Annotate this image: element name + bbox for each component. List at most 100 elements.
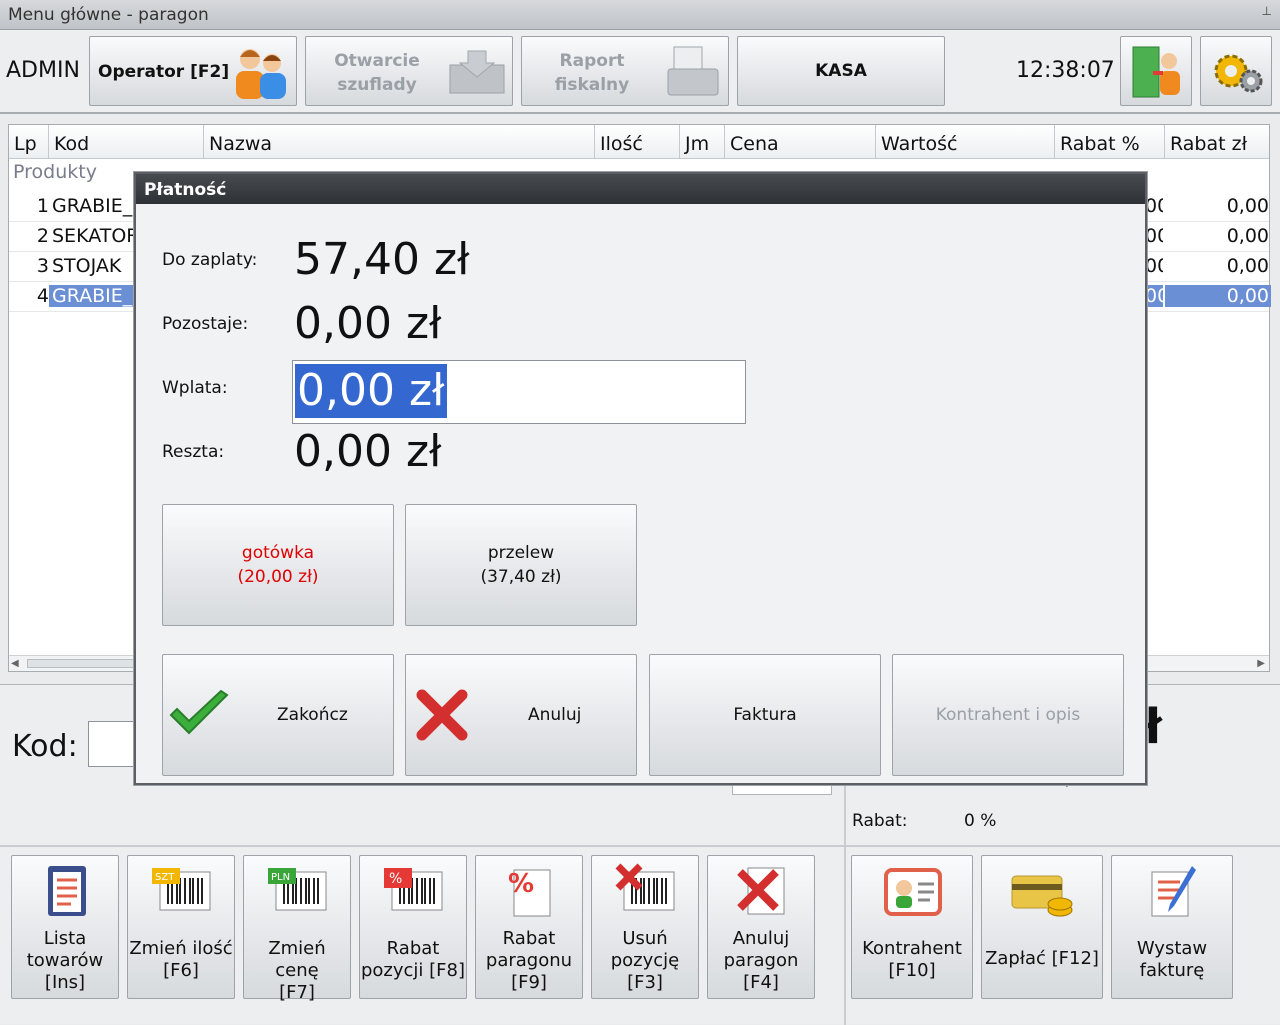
fbtn-label-3: [F3] xyxy=(627,972,663,993)
issue-invoice-button[interactable]: Wystaw fakturę xyxy=(1111,855,1233,999)
fbtn-label-1: Usuń xyxy=(622,928,668,949)
transfer-payment-button[interactable]: przelew (37,40 zł) xyxy=(405,504,637,626)
row-rabat-proc: 00 xyxy=(1145,285,1163,307)
remaining-value: 0,00 zł xyxy=(294,298,442,349)
fbtn-label-1: Anuluj xyxy=(732,928,790,949)
pay-button[interactable]: Zapłać [F12] xyxy=(981,855,1103,999)
fbtn-label-2: paragonu xyxy=(485,950,573,971)
code-label: Kod: xyxy=(12,729,78,764)
change-value: 0,00 zł xyxy=(294,426,442,477)
contractor-description-button[interactable]: Kontrahent i opis xyxy=(892,654,1124,776)
barcode-percent-icon: % xyxy=(384,868,443,911)
cash-amount: (20,00 zł) xyxy=(237,567,319,587)
transfer-amount: (37,40 zł) xyxy=(480,567,562,587)
fbtn-label-3: [F4] xyxy=(743,972,779,993)
due-value: 57,40 zł xyxy=(294,234,470,285)
logout-button[interactable] xyxy=(1120,36,1192,106)
change-price-button[interactable]: PLN Zmień cenę [F7] xyxy=(243,855,351,1003)
row-rabat-proc: 00 xyxy=(1145,225,1163,247)
scrollbar-thumb[interactable] xyxy=(27,659,147,668)
col-header-jm[interactable]: Jm xyxy=(680,125,725,159)
col-header-lp[interactable]: Lp xyxy=(9,125,49,159)
top-toolbar: ADMIN Operator [F2] Otwarcie szuflady Ra… xyxy=(0,30,1280,114)
row-lp: 3 xyxy=(36,255,49,277)
report-label-line1: Raport xyxy=(559,51,625,71)
payment-amount-input[interactable]: 0,00 zł xyxy=(292,360,746,424)
barcode-qty-icon: SZT xyxy=(152,868,211,911)
svg-text:SZT: SZT xyxy=(155,872,175,883)
svg-text:%: % xyxy=(508,869,534,899)
fiscal-report-button[interactable]: Raport fiskalny xyxy=(521,36,729,106)
cash-payment-button[interactable]: gotówka (20,00 zł) xyxy=(162,504,394,626)
row-rabat-zl: 0,00 xyxy=(1165,285,1271,307)
col-header-cena[interactable]: Cena xyxy=(725,125,876,159)
operators-icon xyxy=(236,49,286,99)
product-list-button[interactable]: Lista towarów [Ins] xyxy=(11,855,119,999)
cancel-receipt-button[interactable]: Anuluj paragon [F4] xyxy=(707,855,815,999)
fbtn-label-2: fakturę xyxy=(1139,960,1205,981)
change-label: Reszta: xyxy=(162,442,225,462)
fbtn-label-1: Zmień cenę xyxy=(268,938,326,981)
col-header-ilosc[interactable]: Ilość xyxy=(595,125,680,159)
dialog-title: Płatność xyxy=(136,174,1145,204)
row-rabat-zl: 0,00 xyxy=(1226,255,1269,277)
remaining-label: Pozostaje: xyxy=(162,314,249,334)
row-lp: 1 xyxy=(36,195,49,217)
col-header-nazwa[interactable]: Nazwa xyxy=(204,125,595,159)
discount-value: 0 % xyxy=(964,811,997,831)
row-lp: 4 xyxy=(36,285,49,307)
user-name: ADMIN xyxy=(6,58,80,83)
exit-door-icon xyxy=(1132,46,1180,98)
drawer-label-line1: Otwarcie xyxy=(334,51,420,71)
barcode-delete-icon xyxy=(615,863,675,911)
cancel-button[interactable]: Anuluj xyxy=(405,654,637,776)
receipt-discount-button[interactable]: % Rabat paragonu [F9] xyxy=(475,855,583,999)
discount-label: Rabat: xyxy=(852,811,908,831)
contractor-button[interactable]: Kontrahent [F10] xyxy=(851,855,973,999)
fbtn-label-2: [F6] xyxy=(163,960,199,981)
change-quantity-button[interactable]: SZT Zmień ilość [F6] xyxy=(127,855,235,999)
col-header-rabat-zl[interactable]: Rabat zł xyxy=(1165,125,1269,159)
invoice-button[interactable]: Faktura xyxy=(649,654,881,776)
finish-label: Zakończ xyxy=(277,705,348,725)
pin-icon[interactable]: ⊥ xyxy=(1262,4,1272,18)
fbtn-label-2: [F7] xyxy=(279,982,315,1003)
row-rabat-proc: 00 xyxy=(1145,195,1163,217)
receipt-cancel-icon xyxy=(737,867,785,915)
open-drawer-button[interactable]: Otwarcie szuflady xyxy=(305,36,513,106)
operator-button[interactable]: Operator [F2] xyxy=(89,36,297,106)
fbtn-label-2: pozycji [F8] xyxy=(360,960,465,981)
fbtn-label-2: [F10] xyxy=(888,960,936,981)
fbtn-label-1: Zapłać [F12] xyxy=(985,948,1099,969)
row-rabat-zl: 0,00 xyxy=(1226,195,1269,217)
contact-card-icon xyxy=(884,868,942,916)
kasa-button[interactable]: KASA xyxy=(737,36,945,106)
fbtn-label-2: pozycję xyxy=(610,950,680,971)
scroll-right-icon[interactable]: ▶ xyxy=(1257,658,1265,669)
clipboard-list-icon xyxy=(48,866,86,916)
window-titlebar: Menu główne - paragon ⊥ xyxy=(0,0,1280,30)
col-header-kod[interactable]: Kod xyxy=(49,125,204,159)
row-lp: 2 xyxy=(36,225,49,247)
col-header-rabat-proc[interactable]: Rabat % xyxy=(1055,125,1165,159)
scroll-left-icon[interactable]: ◀ xyxy=(11,658,19,669)
fbtn-label-1: Lista xyxy=(43,928,87,949)
finish-button[interactable]: Zakończ xyxy=(162,654,394,776)
invoice-pen-icon xyxy=(1151,866,1196,917)
row-rabat-zl: 0,00 xyxy=(1226,225,1269,247)
payment-label: Wplata: xyxy=(162,378,228,398)
report-label-line2: fiskalny xyxy=(554,75,630,95)
svg-text:%: % xyxy=(389,871,402,887)
delete-item-button[interactable]: Usuń pozycję [F3] xyxy=(591,855,699,999)
svg-text:PLN: PLN xyxy=(271,872,290,883)
credit-card-coins-icon xyxy=(1011,875,1073,917)
row-kod: SEKATOR xyxy=(52,225,138,247)
fbtn-label-1: Zmień ilość xyxy=(129,938,233,959)
col-header-wartosc[interactable]: Wartość xyxy=(876,125,1055,159)
fbtn-label-2: paragon xyxy=(723,950,799,971)
item-discount-button[interactable]: % Rabat pozycji [F8] xyxy=(359,855,467,999)
barcode-price-icon: PLN xyxy=(268,868,327,911)
operator-label: Operator [F2] xyxy=(98,62,230,82)
panel-divider-horizontal xyxy=(0,845,1280,847)
settings-button[interactable] xyxy=(1200,36,1272,106)
